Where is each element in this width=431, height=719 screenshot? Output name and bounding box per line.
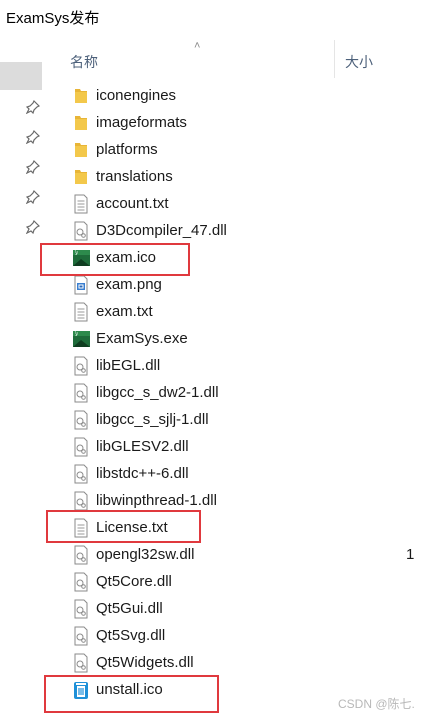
dll-file-icon: [72, 626, 90, 646]
highlight-box-exam-ico: [40, 243, 190, 276]
exam-app-icon: ﻷ: [72, 329, 90, 349]
file-row[interactable]: iconengines: [0, 82, 431, 109]
watermark: CSDN @陈七.: [338, 697, 415, 711]
name-column-header[interactable]: 名称: [70, 52, 98, 72]
file-name: Qt5Gui.dll: [96, 600, 163, 617]
dll-file-icon: [72, 464, 90, 484]
file-name: libwinpthread-1.dll: [96, 492, 217, 509]
window-title: ExamSys发布: [6, 10, 100, 27]
dll-file-icon: [72, 221, 90, 241]
file-name: libEGL.dll: [96, 357, 161, 374]
file-name: Qt5Widgets.dll: [96, 654, 194, 671]
svg-text:ﻷ: ﻷ: [74, 331, 78, 338]
file-row[interactable]: Qt5Core.dll: [0, 568, 431, 595]
file-name: libstdc++-6.dll: [96, 465, 189, 482]
dll-file-icon: [72, 383, 90, 403]
file-name: libgcc_s_sjlj-1.dll: [96, 411, 209, 428]
dll-file-icon: [72, 410, 90, 430]
image-file-icon: [72, 275, 90, 295]
file-name: imageformats: [96, 114, 187, 131]
file-row[interactable]: libgcc_s_dw2-1.dll: [0, 379, 431, 406]
file-name: libGLESV2.dll: [96, 438, 189, 455]
file-row[interactable]: libEGL.dll: [0, 352, 431, 379]
file-row[interactable]: D3Dcompiler_47.dll: [0, 217, 431, 244]
file-name: translations: [96, 168, 173, 185]
file-name: exam.png: [96, 276, 162, 293]
file-row[interactable]: opengl32sw.dll 1: [0, 541, 431, 568]
dll-file-icon: [72, 437, 90, 457]
file-row[interactable]: platforms: [0, 136, 431, 163]
column-header: ˄ 名称 大小: [0, 40, 431, 78]
file-size: 1: [406, 546, 415, 563]
file-row[interactable]: exam.txt: [0, 298, 431, 325]
file-row[interactable]: translations: [0, 163, 431, 190]
folder-icon: [72, 167, 90, 187]
title-bar: ExamSys发布: [0, 0, 431, 34]
file-row[interactable]: account.txt: [0, 190, 431, 217]
size-column-header[interactable]: 大小: [345, 52, 373, 72]
file-row[interactable]: Qt5Gui.dll: [0, 595, 431, 622]
highlight-box-license-txt: [46, 510, 201, 543]
text-file-icon: [72, 302, 90, 322]
file-row[interactable]: Qt5Svg.dll: [0, 622, 431, 649]
file-name: Qt5Core.dll: [96, 573, 172, 590]
file-name: iconengines: [96, 87, 177, 104]
file-name: libgcc_s_dw2-1.dll: [96, 384, 219, 401]
file-name: exam.txt: [96, 303, 153, 320]
dll-file-icon: [72, 491, 90, 511]
file-row[interactable]: imageformats: [0, 109, 431, 136]
file-name: platforms: [96, 141, 158, 158]
file-row[interactable]: ﻷ ExamSys.exe: [0, 325, 431, 352]
folder-icon: [72, 140, 90, 160]
dll-file-icon: [72, 599, 90, 619]
file-name: ExamSys.exe: [96, 330, 188, 347]
file-row[interactable]: libstdc++-6.dll: [0, 460, 431, 487]
dll-file-icon: [72, 572, 90, 592]
file-name: Qt5Svg.dll: [96, 627, 166, 644]
folder-icon: [72, 113, 90, 133]
file-row[interactable]: libgcc_s_sjlj-1.dll: [0, 406, 431, 433]
dll-file-icon: [72, 653, 90, 673]
file-name: D3Dcompiler_47.dll: [96, 222, 227, 239]
dll-file-icon: [72, 545, 90, 565]
folder-icon: [72, 86, 90, 106]
file-row[interactable]: libGLESV2.dll: [0, 433, 431, 460]
column-divider[interactable]: [334, 40, 335, 78]
highlight-box-unstall-ico: [44, 675, 219, 713]
text-file-icon: [72, 194, 90, 214]
file-name: account.txt: [96, 195, 169, 212]
sort-up-icon: ˄: [194, 40, 201, 52]
file-name: opengl32sw.dll: [96, 546, 195, 563]
file-row[interactable]: Qt5Widgets.dll: [0, 649, 431, 676]
dll-file-icon: [72, 356, 90, 376]
